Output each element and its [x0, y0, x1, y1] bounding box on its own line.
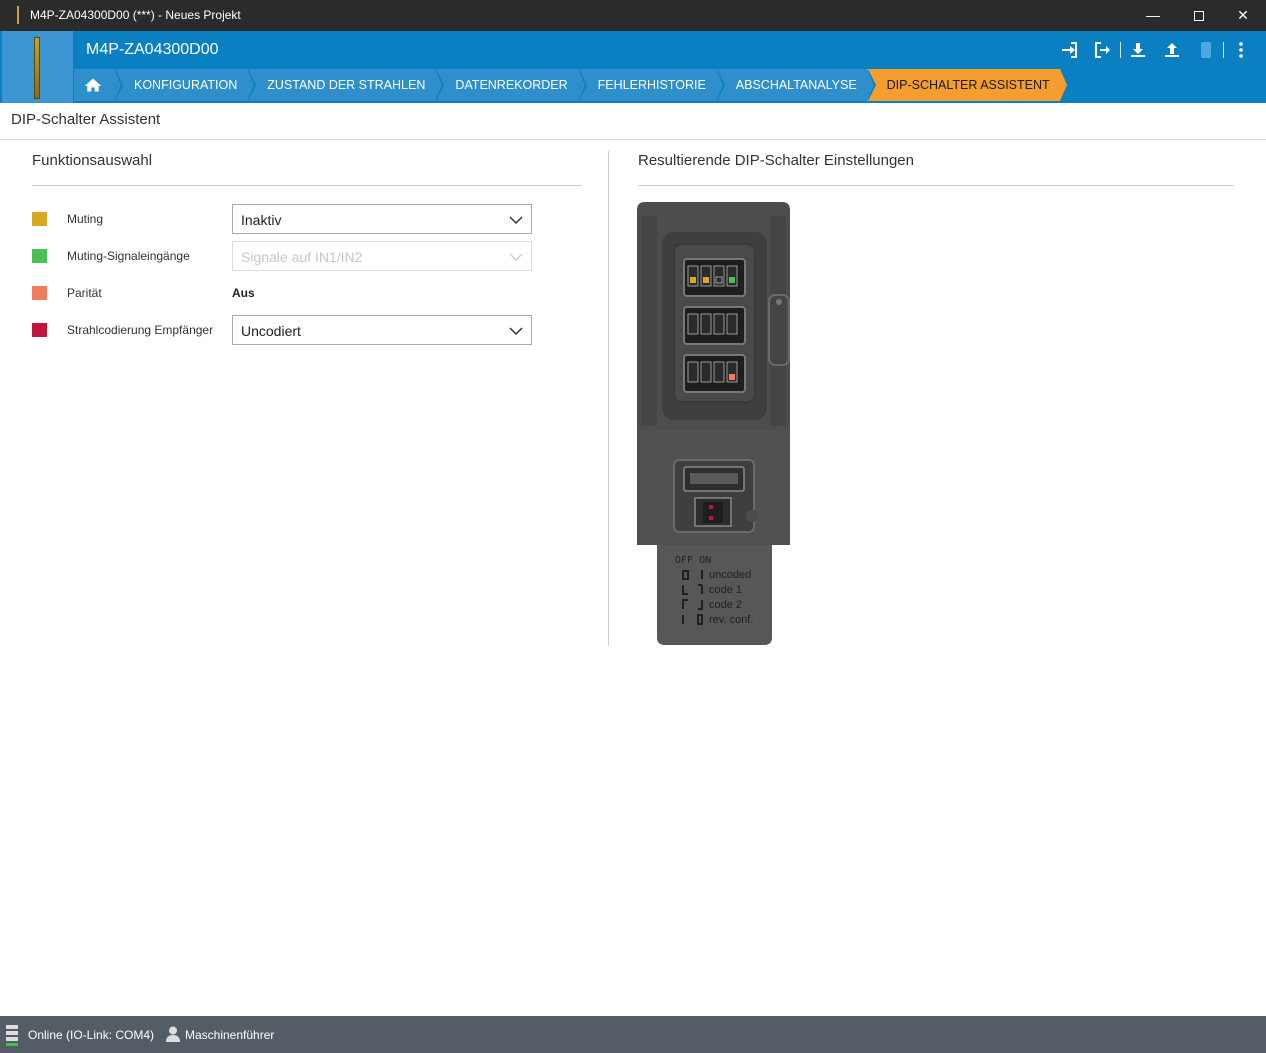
app-icon	[17, 6, 19, 24]
tab-label: ABSCHALTANALYSE	[735, 78, 857, 92]
upload-icon[interactable]	[1155, 39, 1189, 61]
user-role: Maschinenführer	[185, 1028, 275, 1042]
dip-switch-coding-1	[709, 505, 713, 509]
column-divider	[608, 151, 609, 646]
legend-item: rev. conf.	[709, 614, 754, 626]
status-bar: Online (IO-Link: COM4) Maschinenführer	[0, 1016, 1266, 1053]
tab-konfiguration[interactable]: KONFIGURATION	[114, 69, 257, 101]
logout-icon[interactable]	[1086, 39, 1120, 61]
legend-item: uncoded	[709, 569, 752, 581]
device-thumbnail	[2, 31, 73, 103]
color-swatch-muting	[32, 212, 47, 226]
tab-zustand-der-strahlen[interactable]: ZUSTAND DER STRAHLEN	[247, 69, 445, 101]
legend-item: code 1	[709, 584, 743, 596]
dip-switch-signal	[729, 277, 735, 283]
beam-coding-select[interactable]: Uncodiert	[232, 315, 532, 345]
tab-label: ZUSTAND DER STRAHLEN	[267, 78, 426, 92]
tab-datenrekorder[interactable]: DATENREKORDER	[435, 69, 587, 101]
page-title: DIP-Schalter Assistent	[11, 111, 161, 128]
maximize-icon	[1194, 11, 1204, 22]
section-title-resultierende: Resultierende DIP-Schalter Einstellungen	[638, 152, 914, 169]
muting-select[interactable]: Inaktiv	[232, 204, 532, 234]
dip-switch-muting-2	[703, 277, 709, 283]
divider	[638, 185, 1234, 186]
chevron-down-icon	[509, 327, 523, 336]
chevron-down-icon	[509, 253, 523, 262]
tab-fehlerhistorie[interactable]: FEHLERHISTORIE	[577, 69, 725, 101]
connection-status: Online (IO-Link: COM4)	[28, 1028, 155, 1042]
user-icon	[166, 1026, 180, 1042]
divider	[0, 139, 1266, 140]
window-titlebar: M4P-ZA04300D00 (***) - Neues Projekt — ✕	[0, 0, 1266, 31]
tab-dip-schalter-assistent[interactable]: DIP-SCHALTER ASSISTENT	[866, 69, 1067, 101]
setting-label: Parität	[67, 286, 102, 300]
dip-switch-parity	[729, 374, 735, 380]
setting-row-paritaet: Parität Aus	[32, 278, 532, 308]
color-swatch-parity	[32, 286, 47, 300]
minimize-button[interactable]: —	[1130, 0, 1176, 31]
battery-icon[interactable]	[1189, 39, 1223, 61]
divider	[32, 185, 582, 186]
tab-label: DATENREKORDER	[455, 78, 568, 92]
home-icon	[84, 78, 102, 92]
chevron-down-icon	[509, 216, 523, 225]
minimize-icon: —	[1146, 7, 1160, 23]
connection-status-icon	[6, 1025, 18, 1046]
tab-label: FEHLERHISTORIE	[597, 78, 706, 92]
setting-row-muting: Muting Inaktiv	[32, 204, 532, 234]
close-icon: ✕	[1237, 7, 1249, 23]
tab-home[interactable]	[74, 69, 123, 101]
breadcrumb-nav: KONFIGURATION ZUSTAND DER STRAHLEN DATEN…	[74, 69, 1067, 101]
select-value: Inaktiv	[241, 212, 282, 228]
parity-value: Aus	[232, 286, 255, 300]
setting-row-strahlcodierung: Strahlcodierung Empfänger Uncodiert	[32, 315, 532, 345]
maximize-button[interactable]	[1176, 0, 1222, 31]
download-icon[interactable]	[1121, 39, 1155, 61]
setting-label: Strahlcodierung Empfänger	[67, 323, 214, 337]
tab-abschaltanalyse[interactable]: ABSCHALTANALYSE	[715, 69, 876, 101]
legend-header: OFF ON	[675, 555, 712, 566]
login-icon[interactable]	[1052, 39, 1086, 61]
app-header: M4P-ZA04300D00 KONFIGURATION ZUSTAND DER…	[0, 31, 1266, 103]
section-title-funktionsauswahl: Funktionsauswahl	[32, 152, 153, 169]
legend-item: code 2	[709, 599, 743, 611]
signal-inputs-select: Signale auf IN1/IN2	[232, 241, 532, 271]
tab-label: DIP-SCHALTER ASSISTENT	[886, 78, 1050, 92]
dip-switch-device-illustration: OFF ON uncoded code 1 code 2 rev. conf.	[637, 202, 792, 647]
color-swatch-signal	[32, 249, 47, 263]
dip-switch-coding-2	[709, 516, 713, 520]
dip-switch-muting-1	[690, 277, 696, 283]
dip-legend: uncoded code 1 code 2 rev. conf.	[709, 568, 753, 628]
color-swatch-coding	[32, 323, 47, 337]
select-value: Uncodiert	[241, 323, 301, 339]
header-toolbar	[1052, 39, 1258, 61]
tab-label: KONFIGURATION	[134, 78, 238, 92]
setting-row-muting-signaleingaenge: Muting-Signaleingänge Signale auf IN1/IN…	[32, 241, 532, 271]
setting-label: Muting-Signaleingänge	[67, 249, 190, 263]
window-title: M4P-ZA04300D00 (***) - Neues Projekt	[30, 8, 241, 22]
setting-label: Muting	[67, 212, 104, 226]
select-value: Signale auf IN1/IN2	[241, 249, 363, 265]
device-name: M4P-ZA04300D00	[86, 41, 219, 58]
more-vert-icon[interactable]	[1224, 39, 1258, 61]
close-button[interactable]: ✕	[1220, 0, 1266, 31]
